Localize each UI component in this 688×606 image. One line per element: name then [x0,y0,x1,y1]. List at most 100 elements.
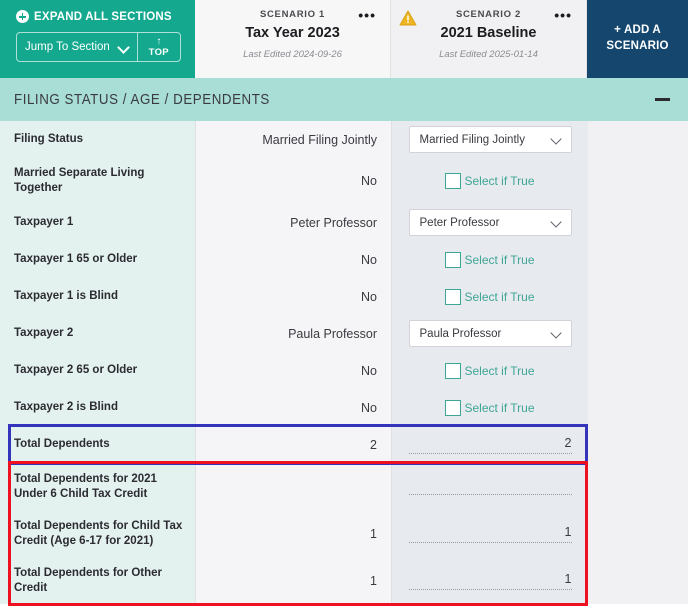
scenario-2-number-input[interactable]: 1 [408,572,572,590]
scenario-column-2: SCENARIO 2 2021 Baseline Last Edited 202… [391,0,587,78]
scenario-2-cell: 1 [391,510,588,557]
scenario-2-select[interactable]: Married Filing Jointly [408,126,572,153]
checkbox-label: Select if True [464,400,535,415]
scenario-1-value: Paula Professor [195,315,391,352]
row-tail-spacer [588,389,688,426]
scenario-1-value [195,463,391,510]
checkbox-label: Select if True [464,174,535,188]
row-tail-spacer [588,158,688,204]
table-row: Total Dependents for Other Credit 1 1 [0,557,688,604]
scroll-to-top-button[interactable]: ↑ TOP [138,33,180,61]
checkbox-label: Select if True [464,252,535,267]
chevron-down-icon [119,42,129,52]
scenario-2-cell: Select if True [391,389,588,426]
scenario-1-value: 2 [195,426,391,463]
scenario-2-select-value: Married Filing Jointly [419,133,525,146]
checkbox-label: Select if True [464,363,535,378]
scenario-2-cell: Select if True [391,158,588,204]
add-scenario-button[interactable]: + ADD A SCENARIO [587,0,688,78]
scenario-1-kicker: SCENARIO 1 [259,9,326,20]
row-tail-spacer [588,352,688,389]
row-tail-spacer [588,557,688,604]
row-label: Filing Status [0,121,195,158]
row-label: Taxpayer 2 [0,315,195,352]
select-if-true-checkbox[interactable]: Select if True [445,251,535,268]
scenario-1-value: No [195,241,391,278]
scenario-2-cell [391,463,588,510]
scenario-1-value: 1 [195,557,391,604]
row-tail-spacer [588,463,688,510]
table-row: Total Dependents for 2021 Under 6 Child … [0,463,688,510]
scenario-2-select-value: Peter Professor [419,216,500,229]
plus-circle-icon [16,10,29,23]
table-row: Taxpayer 1 65 or Older No Select if True [0,241,688,278]
row-label: Married Separate Living Together [0,158,195,204]
checkbox-box[interactable] [445,288,462,305]
select-if-true-checkbox[interactable]: Select if True [445,399,535,416]
arrow-up-icon: ↑ [156,35,162,47]
scenario-2-select-value: Paula Professor [419,327,502,340]
scenario-2-cell: Select if True [391,241,588,278]
row-tail-spacer [588,121,688,158]
chevron-down-icon [551,217,562,228]
row-label: Taxpayer 1 65 or Older [0,241,195,278]
row-tail-spacer [588,426,688,463]
select-if-true-checkbox[interactable]: Select if True [445,362,535,379]
section-title: FILING STATUS / AGE / DEPENDENTS [14,91,270,108]
scenario-2-select[interactable]: Peter Professor [408,209,572,236]
jump-to-section-label: Jump To Section [25,41,110,53]
table-row: Filing Status Married Filing Jointly Marri… [0,121,688,158]
row-label: Taxpayer 1 [0,204,195,241]
row-label: Taxpayer 2 65 or Older [0,352,195,389]
scenario-2-cell: 2 [391,426,588,463]
table-row: Taxpayer 2 Paula Professor Paula Professor [0,315,688,352]
scenario-1-overflow-menu-icon[interactable]: ••• [358,8,376,22]
scenario-2-number-input[interactable]: 2 [408,436,572,454]
scenario-1-value: Married Filing Jointly [195,121,391,158]
tools-pane: EXPAND ALL SECTIONS Jump To Section ↑ TO… [0,0,195,78]
row-label: Total Dependents [0,426,195,463]
scenario-2-cell: Select if True [391,352,588,389]
expand-all-sections-label: EXPAND ALL SECTIONS [34,10,172,23]
scenario-2-name: 2021 Baseline [440,25,537,41]
select-if-true-checkbox[interactable]: Select if True [445,173,535,189]
chevron-down-icon [551,134,562,145]
table-row: Married Separate Living Together No Select… [0,158,688,204]
row-label: Total Dependents for Child Tax Credit (A… [0,510,195,557]
row-label: Total Dependents for 2021 Under 6 Child … [0,463,195,510]
section-header[interactable]: FILING STATUS / AGE / DEPENDENTS [0,78,688,121]
scenario-column-1: SCENARIO 1 Tax Year 2023 Last Edited 202… [195,0,391,78]
expand-all-sections-button[interactable]: EXPAND ALL SECTIONS [16,10,185,23]
jump-to-section-select[interactable]: Jump To Section [17,33,137,61]
scenario-2-overflow-menu-icon[interactable]: ••• [554,8,572,22]
scenario-2-number-input[interactable] [408,478,572,495]
checkbox-box[interactable] [445,362,462,379]
select-if-true-checkbox[interactable]: Select if True [445,288,535,305]
scenario-2-number-input[interactable]: 1 [408,525,572,543]
row-label: Taxpayer 1 is Blind [0,278,195,315]
scenario-2-cell: Peter Professor [391,204,588,241]
scenario-1-name: Tax Year 2023 [245,25,340,41]
scenario-2-cell: 1 [391,557,588,604]
row-tail-spacer [588,510,688,557]
row-tail-spacer [588,241,688,278]
warning-triangle-icon[interactable] [399,10,417,26]
checkbox-box[interactable] [445,251,462,268]
scenario-1-value: No [195,278,391,315]
row-tail-spacer [588,315,688,352]
table-row: Taxpayer 2 is Blind No Select if True [0,389,688,426]
scenario-2-cell: Paula Professor [391,315,588,352]
scenario-2-last-edited: Last Edited 2025-01-14 [439,49,538,60]
scenario-2-select[interactable]: Paula Professor [408,320,572,347]
scroll-to-top-label: TOP [148,46,169,58]
scenario-1-value: 1 [195,510,391,557]
scenario-1-value: No [195,352,391,389]
table-row: Taxpayer 1 Peter Professor Peter Professor [0,204,688,241]
collapse-section-icon[interactable] [655,97,670,102]
comparison-table: Filing Status Married Filing Jointly Marri… [0,121,688,606]
table-body: Filing Status Married Filing Jointly Marri… [0,121,688,604]
checkbox-box[interactable] [445,173,462,189]
scenario-1-last-edited: Last Edited 2024-09-26 [243,49,342,60]
table-row: Taxpayer 1 is Blind No Select if True [0,278,688,315]
checkbox-box[interactable] [445,399,462,416]
